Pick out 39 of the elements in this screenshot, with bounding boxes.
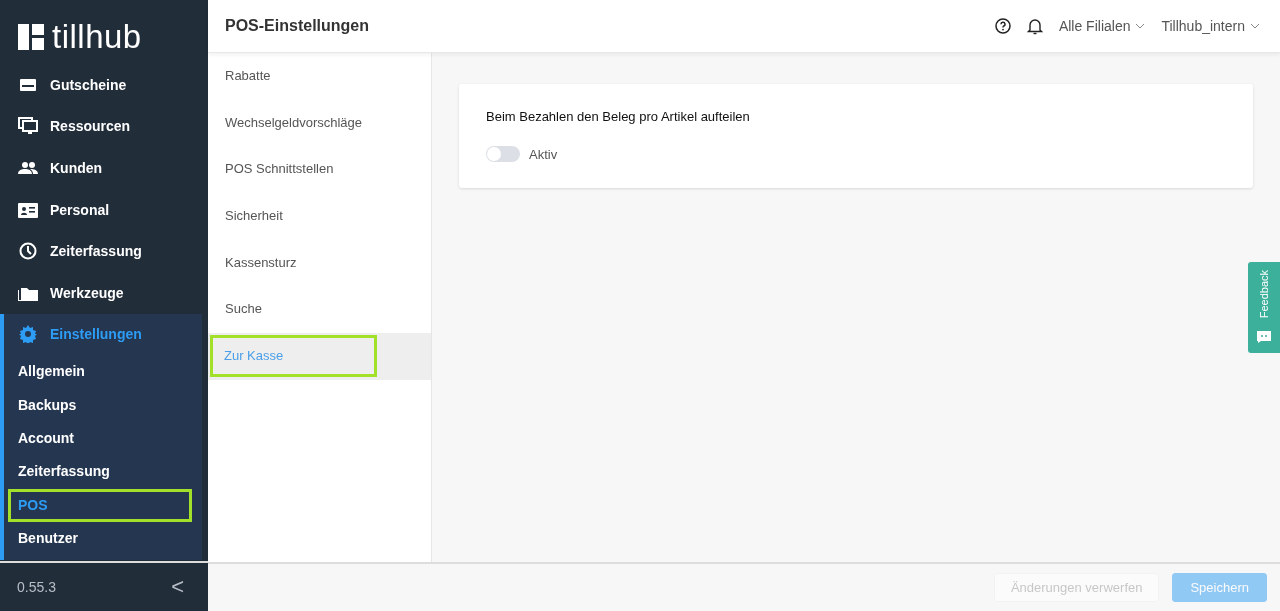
page-title: POS-Einstellungen [225, 17, 370, 35]
people-icon [18, 161, 38, 175]
toggle-label: Aktiv [529, 146, 558, 162]
nav-item[interactable]: Zeiterfassung [0, 230, 208, 272]
caret-icon [1250, 23, 1260, 29]
toggle-switch[interactable] [486, 146, 520, 162]
monitor-icon [18, 117, 38, 136]
nav-subitem[interactable]: Account [8, 421, 192, 456]
version-label: 0.55.3 [17, 579, 56, 595]
help-icon[interactable] [994, 18, 1011, 34]
clock-icon [19, 242, 37, 261]
settings-tab[interactable]: Wechselgeldvorschläge [208, 99, 431, 147]
settings-tab[interactable]: Sicherheit [208, 193, 431, 240]
settings-tab[interactable]: POS Schnittstellen [208, 146, 431, 194]
nav-subitem[interactable]: Backups [8, 388, 192, 422]
nav-item[interactable]: Personal [0, 188, 208, 231]
nav-subitem[interactable]: Benutzer [8, 522, 192, 556]
settings-tab[interactable]: Rabatte [208, 53, 431, 100]
collapse-button[interactable]: < [171, 574, 184, 600]
setting-title: Beim Bezahlen den Beleg pro Artikel aufteilen [486, 109, 751, 124]
id-card-icon [18, 201, 38, 219]
settings-tab[interactable]: Kassensturz [208, 239, 431, 287]
logo-text: tillhub [52, 18, 142, 56]
settings-tab[interactable]: Suche [208, 286, 431, 334]
nav-subitem[interactable]: Zeiterfassung [8, 455, 192, 489]
logo-icon [18, 24, 44, 50]
account-dropdown[interactable]: Tillhub_intern [1161, 18, 1260, 34]
nav-item[interactable]: Kunden [0, 147, 208, 189]
nav-item[interactable]: Ressourcen [0, 105, 208, 148]
nav-item[interactable]: Werkzeuge [0, 271, 208, 314]
nav-subitem[interactable]: Allgemein [8, 355, 192, 389]
caret-icon [1135, 23, 1146, 29]
nav-item[interactable]: Gutscheine [0, 64, 208, 106]
bell-icon[interactable] [1026, 17, 1043, 35]
branch-dropdown[interactable]: Alle Filialen [1058, 18, 1146, 34]
nav-item[interactable]: Einstellungen [4, 313, 202, 356]
chat-icon [1257, 331, 1271, 343]
gear-icon [19, 325, 37, 344]
nav-subitem[interactable]: POS [8, 488, 192, 523]
